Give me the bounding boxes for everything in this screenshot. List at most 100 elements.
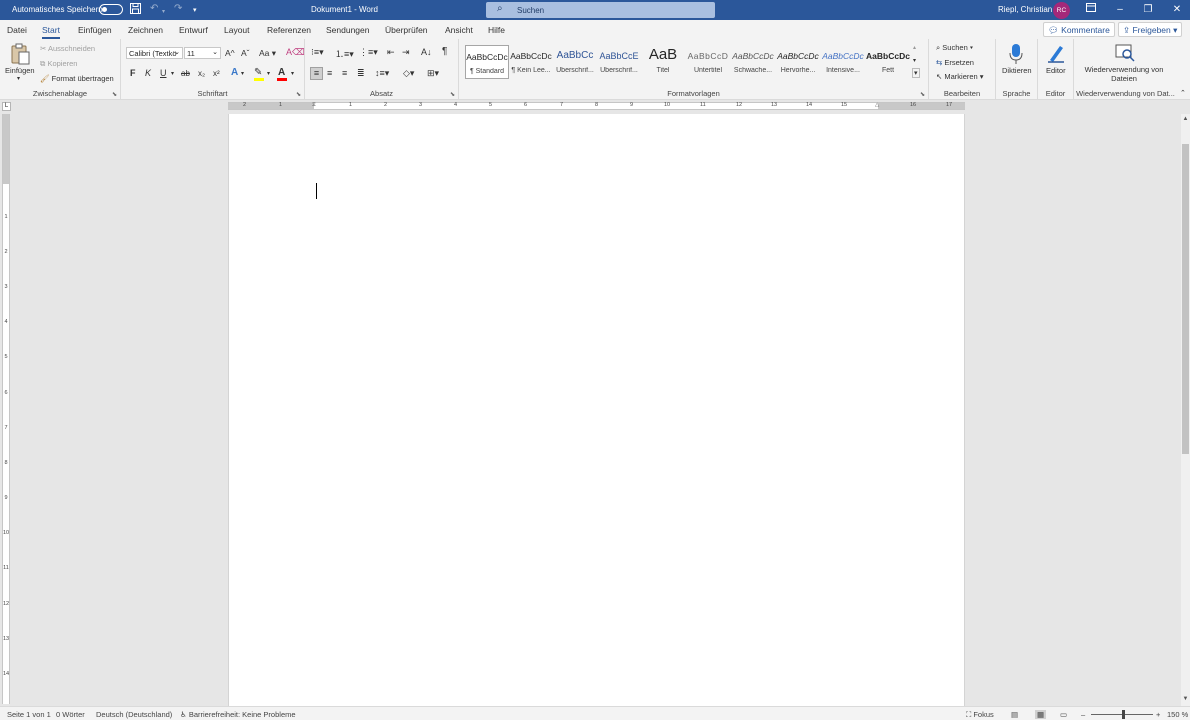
paste-button[interactable]: Einfügen <box>5 66 35 75</box>
italic-button[interactable]: K <box>145 68 151 78</box>
tab-einfuegen[interactable]: Einfügen <box>78 25 112 35</box>
tab-entwurf[interactable]: Entwurf <box>179 25 208 35</box>
text-effects-dropdown-icon[interactable]: ▾ <box>241 70 244 77</box>
line-spacing-icon[interactable]: ↕≡▾ <box>375 68 389 79</box>
decrease-indent-icon[interactable]: ⇤ <box>387 47 395 58</box>
find-button[interactable]: ⌕ Suchen ▾ <box>936 43 973 53</box>
paragraph-launcher-icon[interactable]: ⬊ <box>450 91 455 98</box>
focus-button[interactable]: ⛶ Fokus <box>966 710 994 720</box>
zoom-slider[interactable] <box>1091 710 1153 719</box>
tab-ueberpruefen[interactable]: Überprüfen <box>385 25 428 35</box>
sort-icon[interactable]: A↓ <box>421 47 432 57</box>
replace-button[interactable]: ⇆ Ersetzen <box>936 58 974 67</box>
scroll-down-icon[interactable]: ▼ <box>1181 696 1190 702</box>
format-painter-button[interactable]: 🖌︎ Format übertragen <box>40 74 114 83</box>
language-indicator[interactable]: Deutsch (Deutschland) <box>96 710 172 719</box>
vertical-scrollbar[interactable]: ▲ ▼ <box>1181 114 1190 706</box>
comments-button[interactable]: 💬︎ Kommentare <box>1043 22 1115 37</box>
style-ueberschrift-1[interactable]: AaBbCc Überschrif... <box>553 45 597 79</box>
style-intensive-hervorhebung[interactable]: AaBbCcDc Intensive... <box>821 45 865 79</box>
zoom-slider-knob[interactable] <box>1122 710 1125 719</box>
grow-font-icon[interactable]: A^ <box>225 48 235 58</box>
tab-referenzen[interactable]: Referenzen <box>267 25 311 35</box>
styles-more-icon[interactable]: ▾ <box>912 68 920 78</box>
scroll-up-icon[interactable]: ▲ <box>1181 116 1190 122</box>
bullets-icon[interactable]: ⁝≡▾ <box>311 47 324 58</box>
tab-layout[interactable]: Layout <box>224 25 250 35</box>
copy-button[interactable]: ⧉ Kopieren <box>40 59 77 69</box>
tab-datei[interactable]: Datei <box>7 25 27 35</box>
clipboard-launcher-icon[interactable]: ⬊ <box>112 91 117 98</box>
avatar[interactable]: RC <box>1053 2 1070 19</box>
strikethrough-button[interactable]: ab <box>181 69 190 78</box>
customize-quick-access-icon[interactable]: ▾ <box>193 5 197 17</box>
zoom-in-icon[interactable]: + <box>1156 710 1160 719</box>
undo-icon[interactable]: ↶ <box>150 3 158 15</box>
clear-formatting-icon[interactable]: A⌫ <box>286 47 305 58</box>
tab-zeichnen[interactable]: Zeichnen <box>128 25 163 35</box>
align-left-icon[interactable]: ≡ <box>310 67 323 80</box>
minimize-icon[interactable]: – <box>1113 3 1127 17</box>
autosave-toggle[interactable] <box>99 4 123 15</box>
numbering-icon[interactable]: ⒈≡▾ <box>335 47 354 60</box>
right-indent-marker[interactable]: △ <box>875 102 879 108</box>
reuse-files-button[interactable]: Wiederverwendung von Dateien <box>1078 65 1170 83</box>
align-right-icon[interactable]: ≡ <box>342 68 347 78</box>
paste-icon[interactable] <box>8 43 32 67</box>
font-name-combo[interactable]: Calibri (Textkö ⌄ <box>126 47 183 59</box>
font-color-dropdown-icon[interactable]: ▾ <box>291 70 294 77</box>
page-count[interactable]: Seite 1 von 1 <box>7 710 51 719</box>
zoom-level[interactable]: 150 % <box>1167 710 1188 719</box>
multilevel-list-icon[interactable]: ⋮≡▾ <box>359 47 378 58</box>
style-kein-leerraum[interactable]: AaBbCcDc ¶ Kein Lee... <box>509 45 553 79</box>
editor-pen-icon[interactable] <box>1047 43 1065 65</box>
tab-start[interactable]: Start <box>42 25 60 39</box>
restore-icon[interactable]: ❐ <box>1141 3 1155 17</box>
underline-dropdown-icon[interactable]: ▾ <box>171 70 174 77</box>
tab-sendungen[interactable]: Sendungen <box>326 25 370 35</box>
superscript-button[interactable]: x² <box>213 69 220 78</box>
justify-icon[interactable]: ≣ <box>357 68 365 79</box>
save-icon[interactable] <box>130 3 141 18</box>
bold-button[interactable]: F <box>130 68 136 78</box>
web-layout-icon[interactable]: ▭ <box>1060 710 1067 719</box>
styles-scroll-up-icon[interactable]: ▴ <box>913 44 916 51</box>
horizontal-ruler[interactable]: 2 1 1 2 3 4 5 6 7 8 9 10 11 12 13 14 15 … <box>228 102 965 110</box>
ribbon-display-options-icon[interactable] <box>1084 3 1098 17</box>
accessibility-status[interactable]: ♿︎ Barrierefreiheit: Keine Probleme <box>180 710 296 719</box>
text-effects-icon[interactable]: A <box>231 67 238 78</box>
zoom-out-icon[interactable]: – <box>1081 710 1085 719</box>
highlight-icon[interactable]: ✎ <box>254 67 262 78</box>
show-formatting-marks-icon[interactable]: ¶ <box>442 46 447 57</box>
font-size-combo[interactable]: 11 ⌄ <box>184 47 221 59</box>
redo-icon[interactable]: ↷ <box>174 3 182 15</box>
tab-hilfe[interactable]: Hilfe <box>488 25 505 35</box>
print-layout-icon[interactable]: ▦ <box>1035 710 1047 719</box>
style-fett[interactable]: AaBbCcDc Fett <box>866 45 910 79</box>
underline-button[interactable]: U <box>160 68 167 78</box>
collapse-ribbon-icon[interactable]: ⌃ <box>1180 89 1186 97</box>
highlight-dropdown-icon[interactable]: ▾ <box>267 70 270 77</box>
align-center-icon[interactable]: ≡ <box>327 68 332 78</box>
style-standard[interactable]: AaBbCcDc ¶ Standard <box>465 45 509 79</box>
styles-scroll-down-icon[interactable]: ▾ <box>913 57 916 64</box>
editor-button[interactable]: Editor <box>1046 66 1066 75</box>
scrollbar-thumb[interactable] <box>1182 144 1189 454</box>
vertical-ruler[interactable]: 1 2 3 4 5 6 7 8 9 10 11 12 13 14 <box>2 114 10 704</box>
paste-dropdown-icon[interactable]: ▾ <box>17 75 20 82</box>
user-name[interactable]: Riepl, Christian <box>998 5 1052 14</box>
shrink-font-icon[interactable]: Aˇ <box>241 48 250 58</box>
styles-launcher-icon[interactable]: ⬊ <box>920 91 925 98</box>
search-box[interactable]: ⌕ Suchen <box>486 2 715 18</box>
word-count[interactable]: 0 Wörter <box>56 710 85 719</box>
subscript-button[interactable]: x₂ <box>198 69 205 78</box>
change-case-button[interactable]: Aa ▾ <box>259 48 276 59</box>
tab-selector[interactable]: L <box>2 102 11 111</box>
share-button[interactable]: ⇪ Freigeben ▾ <box>1118 22 1183 37</box>
borders-icon[interactable]: ⊞▾ <box>427 68 439 79</box>
select-button[interactable]: ↖ Markieren ▾ <box>936 72 984 81</box>
document-page[interactable] <box>228 114 965 706</box>
read-mode-icon[interactable]: ▤ <box>1011 710 1018 719</box>
increase-indent-icon[interactable]: ⇥ <box>402 47 410 58</box>
undo-dropdown-icon[interactable]: ▾ <box>162 6 165 18</box>
